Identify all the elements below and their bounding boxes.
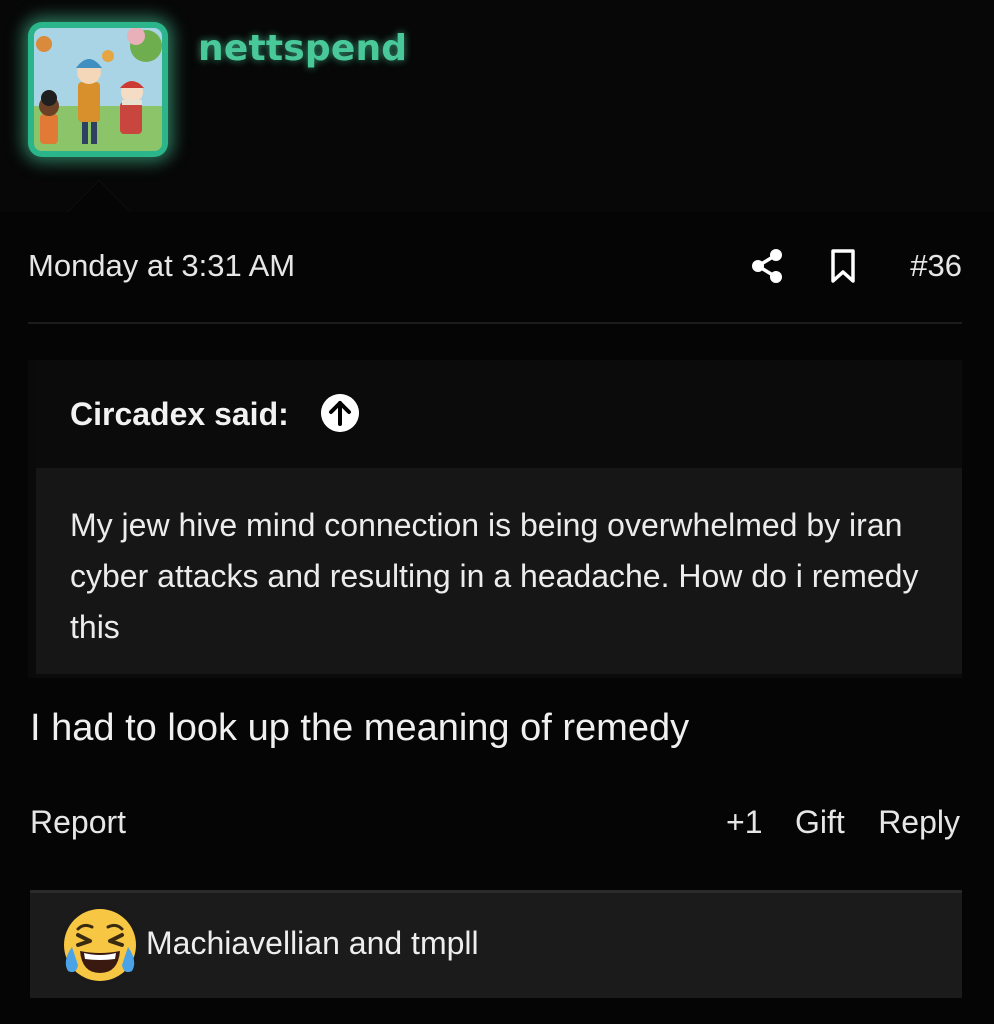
laughing-crying-emoji-icon bbox=[60, 905, 140, 985]
arrow-up-icon[interactable] bbox=[321, 394, 359, 432]
plus-one-button[interactable]: +1 bbox=[726, 804, 762, 841]
quote-header: Circadex said: bbox=[36, 360, 962, 468]
post-number[interactable]: #36 bbox=[910, 248, 962, 284]
user-header: nettspend bbox=[0, 0, 994, 212]
post-actions: Report +1 Gift Reply bbox=[30, 800, 962, 848]
reactions-bar[interactable]: Machiavellian and tmpll bbox=[30, 890, 962, 998]
report-link[interactable]: Report bbox=[30, 804, 126, 841]
username[interactable]: nettspend bbox=[198, 28, 407, 69]
user-avatar[interactable] bbox=[28, 22, 168, 157]
share-icon[interactable] bbox=[750, 248, 784, 284]
gift-button[interactable]: Gift bbox=[795, 804, 845, 841]
forum-post: nettspend Monday at 3:31 AM #36 Circadex… bbox=[0, 0, 994, 1024]
quote-author[interactable]: Circadex said: bbox=[70, 396, 289, 433]
post-body: I had to look up the meaning of remedy bbox=[30, 707, 690, 749]
reaction-users[interactable]: Machiavellian and tmpll bbox=[146, 925, 479, 962]
avatar-pointer bbox=[67, 180, 131, 212]
reply-button[interactable]: Reply bbox=[878, 804, 960, 841]
quote-body: My jew hive mind connection is being ove… bbox=[36, 468, 962, 674]
bookmark-icon[interactable] bbox=[829, 248, 857, 284]
quote-text: My jew hive mind connection is being ove… bbox=[70, 507, 919, 645]
post-meta: Monday at 3:31 AM #36 bbox=[28, 240, 962, 296]
post-date[interactable]: Monday at 3:31 AM bbox=[28, 248, 295, 284]
avatar-image bbox=[34, 28, 162, 151]
divider bbox=[28, 322, 962, 324]
quote-block: Circadex said: My jew hive mind connecti… bbox=[28, 360, 962, 678]
